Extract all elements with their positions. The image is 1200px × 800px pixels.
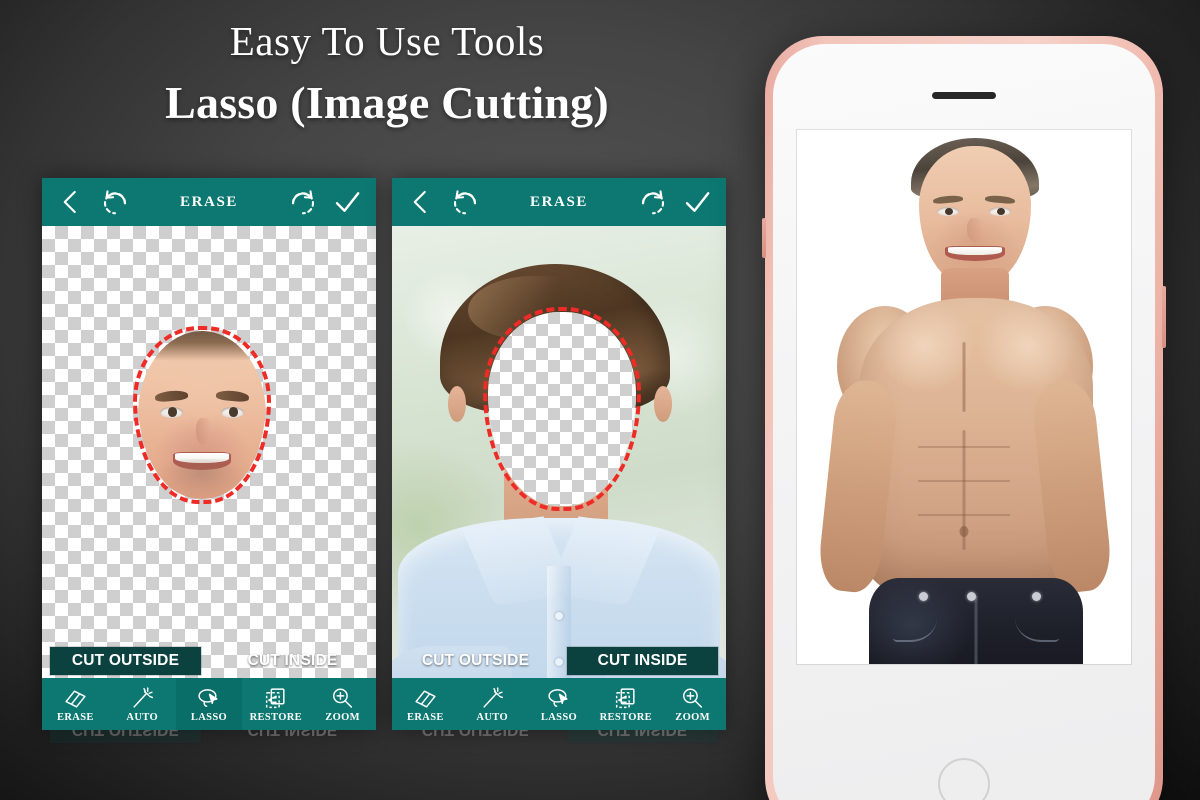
tool-label-auto: AUTO [476,711,508,723]
tool-restore[interactable]: RESTORE [592,678,659,730]
tool-label-zoom: ZOOM [675,711,710,723]
app-topbar: ERASE [42,178,376,226]
cut-mode-row-left: CUT OUTSIDE CUT INSIDE [42,644,376,678]
reflected-cut-outside: CUT OUTSIDE [400,730,551,743]
redo-arrow-icon[interactable] [288,187,318,217]
lasso-selection-outline [483,307,641,511]
portrait-shirt-button [555,612,563,620]
portrait-ear-right [654,386,672,422]
tool-erase[interactable]: ERASE [392,678,459,730]
tool-erase[interactable]: ERASE [42,678,109,730]
reflected-cut-mode-row: CUT OUTSIDE CUT INSIDE [392,730,726,746]
jeans-fly [974,596,978,664]
tool-label-restore: RESTORE [249,711,303,723]
tool-restore[interactable]: RESTORE [242,678,309,730]
result-teeth [948,247,1002,255]
cut-inside-button[interactable]: CUT INSIDE [567,647,718,675]
tool-label-zoom: ZOOM [325,711,360,723]
headline-line-1: Easy To Use Tools [229,18,545,64]
tool-label-lasso: LASSO [540,711,578,723]
phone-screen[interactable] [797,130,1131,664]
checkmark-icon[interactable] [682,187,712,217]
app-topbar: ERASE [392,178,726,226]
result-eye-left [937,207,959,216]
reflection-content: CUT OUTSIDE CUT INSIDE ERASE AUTO LASSO … [42,730,376,800]
lasso-selection-outline [133,326,271,504]
reflected-cut-inside: CUT INSIDE [217,730,368,743]
tool-zoom[interactable]: ZOOM [309,678,376,730]
composited-result-image [797,130,1131,664]
result-mouth [945,246,1005,261]
lasso-selection-region[interactable] [483,307,641,511]
result-jeans [869,578,1083,664]
checkmark-icon[interactable] [332,187,362,217]
chevron-left-icon[interactable] [406,187,436,217]
tool-lasso[interactable]: LASSO [175,678,243,730]
phone-power-button[interactable] [1162,286,1166,348]
tool-lasso[interactable]: LASSO [526,678,593,730]
portrait-ear-left [448,386,466,422]
tool-label-auto: AUTO [126,711,158,723]
cut-inside-button[interactable]: CUT INSIDE [217,647,368,675]
result-ab-row [918,480,1010,482]
cut-outside-button[interactable]: CUT OUTSIDE [400,647,551,675]
tool-toolbar-left: ERASE AUTO LASSO RESTORE ZOOM [42,678,376,730]
undo-arrow-icon[interactable] [100,187,130,217]
jeans-pocket-left [893,602,937,642]
app-screenshot-right: ERASE CUT OUTSIDE CUT INSIDE ERASE AUTO … [392,178,726,730]
tool-auto[interactable]: AUTO [459,678,526,730]
result-face [919,146,1031,286]
cut-mode-row-right: CUT OUTSIDE CUT INSIDE [392,644,726,678]
promo-graphic: Easy To Use Tools Lasso (Image Cutting) … [0,0,1200,800]
result-pectoral-line [962,342,966,412]
earpiece-speaker-icon [932,92,996,99]
headline-line-2: Lasso (Image Cutting) [165,77,609,128]
tool-label-restore: RESTORE [599,711,653,723]
jeans-button [967,592,976,601]
cut-out-face[interactable] [133,326,271,504]
topbar-title: ERASE [529,193,589,210]
cut-outside-button[interactable]: CUT OUTSIDE [50,647,201,675]
headline-block: Easy To Use Tools Lasso (Image Cutting) [42,14,732,134]
jeans-rivet [919,592,928,601]
reflection-content: CUT OUTSIDE CUT INSIDE ERASE AUTO LASSO … [392,730,726,800]
result-ab-row [918,514,1010,516]
result-eye-right [989,207,1011,216]
topbar-title: ERASE [179,193,239,210]
redo-arrow-icon[interactable] [638,187,668,217]
result-ab-row [918,446,1010,448]
result-navel [959,526,969,537]
result-nose [967,218,983,242]
app-screenshot-left: ERASE CUT OUTSIDE CUT INSIDE ERASE AUTO … [42,178,376,730]
panel-reflection-left: CUT OUTSIDE CUT INSIDE ERASE AUTO LASSO … [42,730,376,800]
tool-label-erase: ERASE [57,711,94,723]
undo-arrow-icon[interactable] [450,187,480,217]
home-button-icon[interactable] [938,758,990,800]
phone-front-face [773,44,1155,800]
phone-bezel [762,36,1166,800]
tool-auto[interactable]: AUTO [109,678,176,730]
chevron-left-icon[interactable] [56,187,86,217]
tool-label-lasso: LASSO [190,711,228,723]
reflected-cut-inside: CUT INSIDE [567,730,718,743]
tool-toolbar-right: ERASE AUTO LASSO RESTORE ZOOM [392,678,726,730]
panel-reflection-right: CUT OUTSIDE CUT INSIDE ERASE AUTO LASSO … [392,730,726,800]
reflected-cut-mode-row: CUT OUTSIDE CUT INSIDE [42,730,376,746]
jeans-pocket-right [1015,602,1059,642]
tool-zoom[interactable]: ZOOM [659,678,726,730]
jeans-rivet [1032,592,1041,601]
reflected-cut-outside: CUT OUTSIDE [50,730,201,743]
phone-volume-button[interactable] [762,218,766,258]
phone-mockup [762,36,1166,800]
tool-label-erase: ERASE [407,711,444,723]
